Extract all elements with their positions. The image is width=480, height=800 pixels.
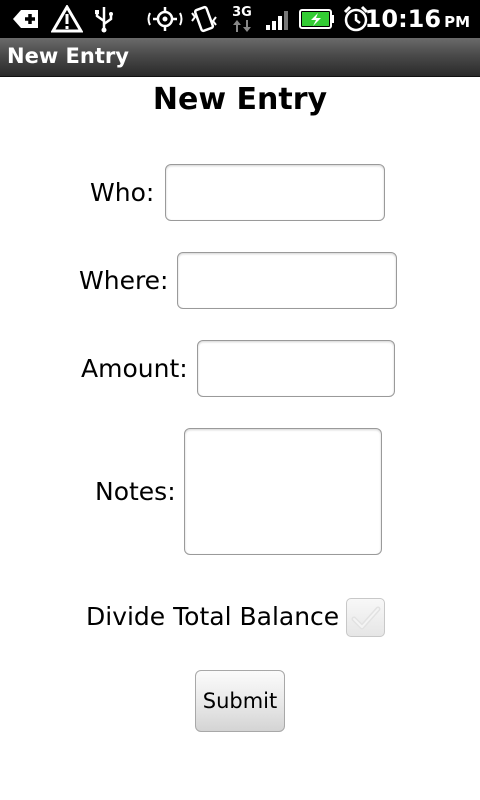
battery-charging-icon xyxy=(299,4,335,34)
notes-label: Notes: xyxy=(95,477,176,506)
page-title: New Entry xyxy=(152,82,328,117)
back-notification-icon xyxy=(10,4,42,34)
app-title: New Entry xyxy=(7,44,129,68)
vibrate-icon xyxy=(188,4,220,34)
clock-time: 10:16 xyxy=(364,5,442,33)
divide-total-balance-checkbox[interactable] xyxy=(346,598,385,637)
where-field[interactable] xyxy=(177,252,397,309)
3g-data-icon: 3G xyxy=(229,4,255,34)
amount-field[interactable] xyxy=(197,340,395,397)
submit-button[interactable]: Submit xyxy=(195,670,285,732)
who-label: Who: xyxy=(90,178,155,207)
notes-field[interactable] xyxy=(184,428,382,555)
title-bar: New Entry xyxy=(0,38,480,77)
usb-icon xyxy=(91,4,117,34)
signal-icon xyxy=(264,4,294,34)
status-bar: 3G 10:16 PM xyxy=(0,0,480,38)
where-label: Where: xyxy=(79,266,169,295)
warning-icon xyxy=(50,4,84,34)
who-field[interactable] xyxy=(165,164,385,221)
divide-total-balance-label: Divide Total Balance xyxy=(86,602,340,631)
clock-ampm: PM xyxy=(444,13,470,31)
clock: 10:16 PM xyxy=(365,6,470,35)
network-label: 3G xyxy=(232,4,252,20)
gps-icon xyxy=(146,4,184,34)
checkmark-icon xyxy=(351,606,380,629)
amount-label: Amount: xyxy=(81,354,188,383)
